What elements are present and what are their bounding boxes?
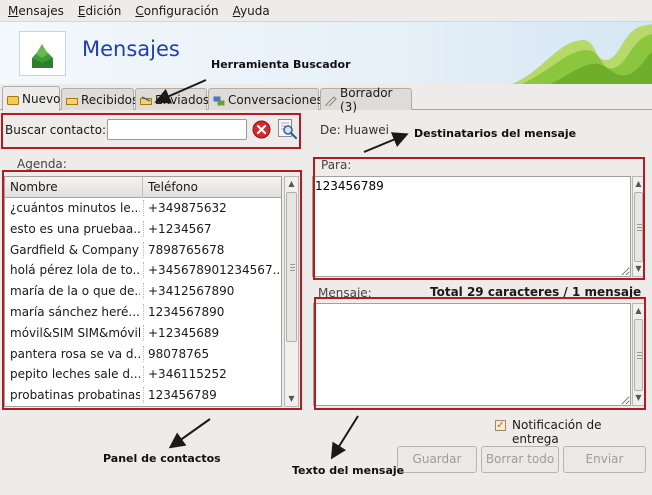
arrow-to-contacts [168, 418, 211, 449]
new-message-icon [7, 94, 19, 105]
arrow-to-search [154, 79, 207, 104]
annotation-arrows [154, 79, 409, 460]
arrow-to-recipients [363, 132, 409, 153]
arrow-to-message [330, 415, 359, 460]
tab-nuevo[interactable]: Nuevo [2, 86, 60, 111]
tab-label: Nuevo [22, 92, 61, 106]
